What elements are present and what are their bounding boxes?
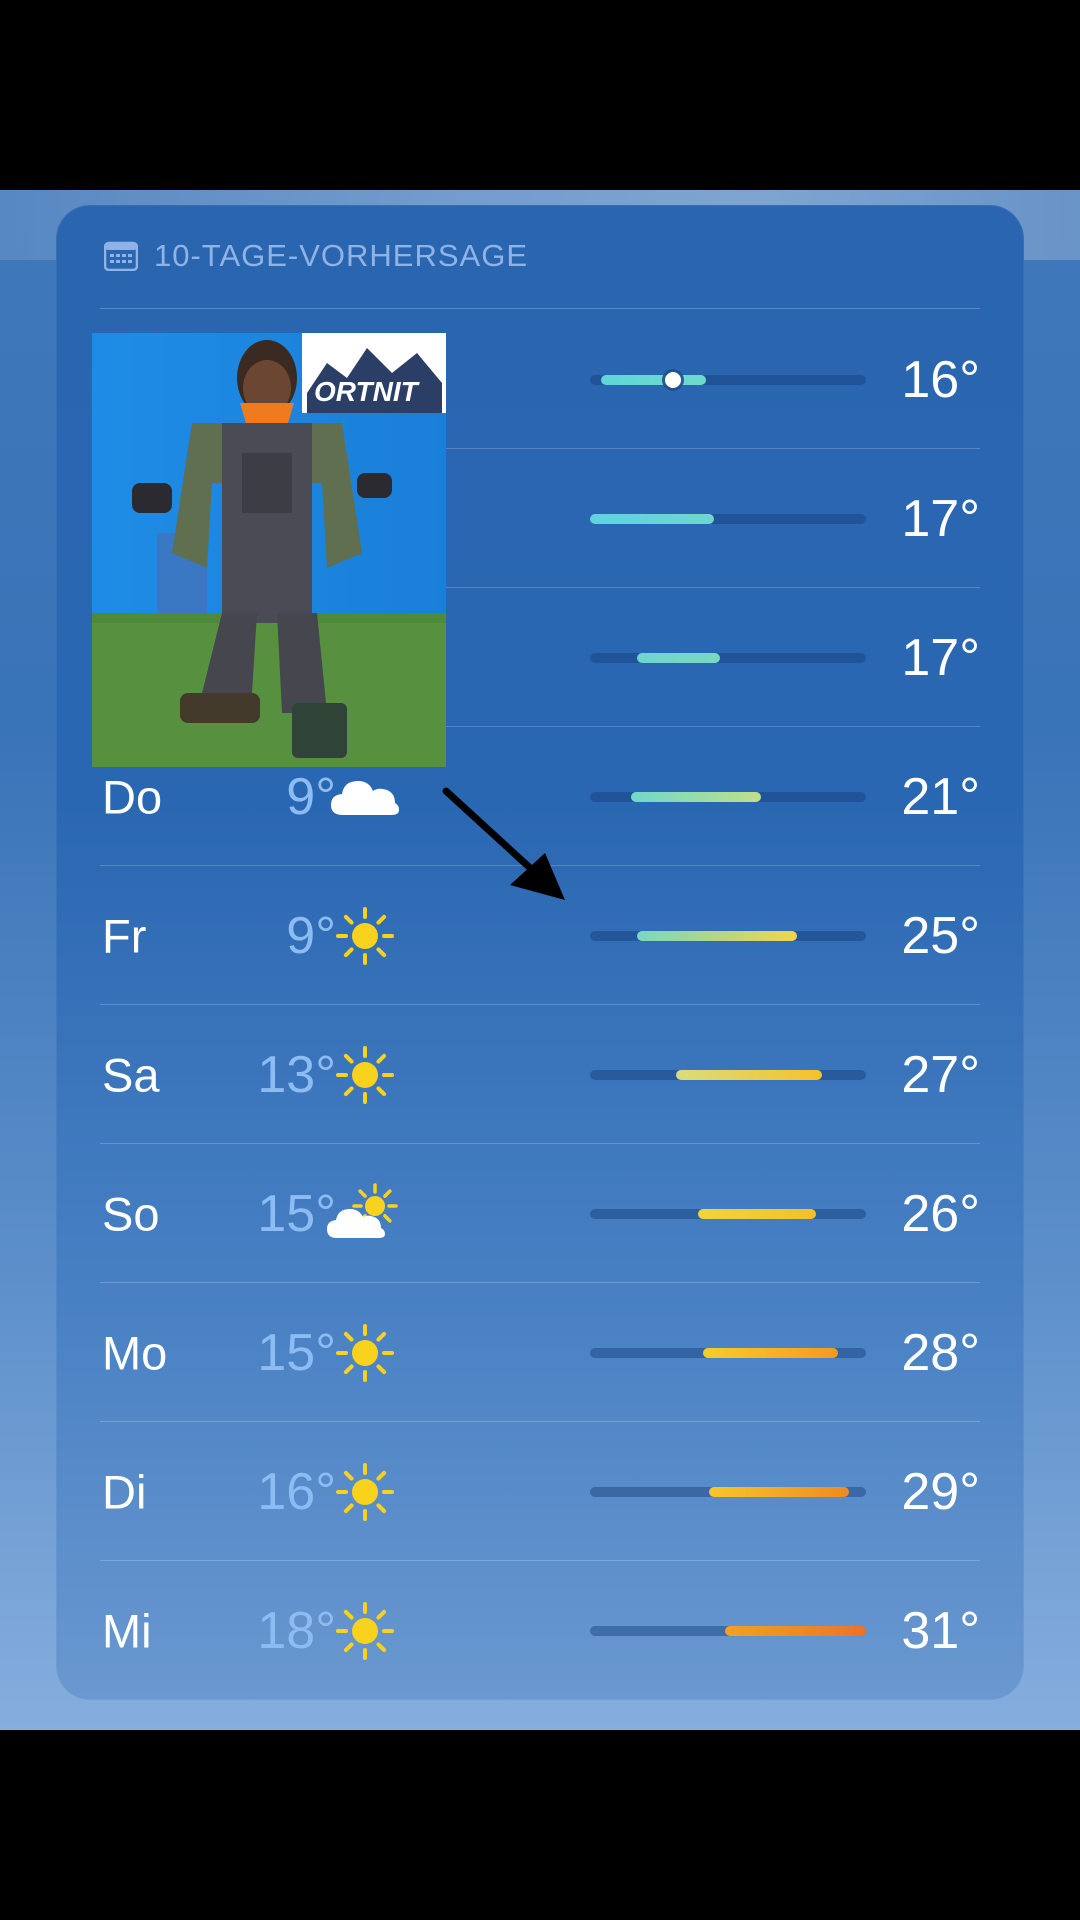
forecast-row: So 15° 26° bbox=[100, 1144, 980, 1283]
svg-text:ORTNIT: ORTNIT bbox=[314, 376, 421, 407]
temperature-range-bar bbox=[636, 930, 797, 941]
sun-icon bbox=[325, 904, 405, 968]
temperature-range-track bbox=[590, 930, 866, 941]
sun-icon bbox=[325, 1599, 405, 1663]
temperature-range-bar bbox=[590, 513, 715, 524]
forecast-title: 10-TAGE-VORHERSAGE bbox=[154, 238, 529, 273]
forecast-row: Mi 18° 31° bbox=[100, 1561, 980, 1700]
forecast-day: Mo bbox=[102, 1326, 168, 1379]
forecast-low-temp: 13° bbox=[257, 1045, 336, 1104]
forecast-low-temp: 15° bbox=[257, 1184, 336, 1243]
current-temp-dot bbox=[664, 371, 681, 388]
arrow-down-right-icon bbox=[442, 787, 565, 900]
temperature-range-bar bbox=[708, 1486, 850, 1497]
forecast-day: Mi bbox=[102, 1604, 152, 1657]
temperature-range-track bbox=[590, 652, 866, 663]
forecast-high-temp: 29° bbox=[901, 1462, 980, 1521]
forecast-high-temp: 28° bbox=[901, 1323, 980, 1382]
overlay-photo: ORTNIT bbox=[92, 333, 446, 767]
temperature-range-bar bbox=[675, 1069, 822, 1080]
forecast-low-temp: 18° bbox=[257, 1601, 336, 1660]
sun-icon bbox=[325, 1043, 405, 1107]
forecast-high-temp: 16° bbox=[901, 350, 980, 409]
temperature-range-track bbox=[590, 1069, 866, 1080]
forecast-low-temp: 9° bbox=[286, 906, 336, 965]
temperature-range-bar bbox=[601, 374, 706, 385]
temperature-range-track bbox=[590, 1347, 866, 1358]
forecast-row: Di 16° 29° bbox=[100, 1422, 980, 1561]
temperature-range-track bbox=[590, 1208, 866, 1219]
forecast-high-temp: 17° bbox=[901, 628, 980, 687]
forecast-row: Mo 15° 28° bbox=[100, 1283, 980, 1422]
header-divider bbox=[100, 308, 980, 309]
temperature-range-bar bbox=[725, 1625, 866, 1636]
forecast-card-header: 10-TAGE-VORHERSAGE bbox=[104, 236, 528, 276]
forecast-low-temp: 15° bbox=[257, 1323, 336, 1382]
forecast-high-temp: 25° bbox=[901, 906, 980, 965]
temperature-range-track bbox=[590, 791, 866, 802]
forecast-high-temp: 21° bbox=[901, 767, 980, 826]
forecast-low-temp: 9° bbox=[286, 767, 336, 826]
temperature-range-track bbox=[590, 513, 866, 524]
forecast-day: Fr bbox=[102, 909, 147, 962]
calendar-icon bbox=[104, 241, 138, 271]
temperature-range-bar bbox=[703, 1347, 839, 1358]
temperature-range-track bbox=[590, 1625, 866, 1636]
cloud-icon bbox=[325, 765, 405, 829]
forecast-low-temp: 16° bbox=[257, 1462, 336, 1521]
forecast-day: So bbox=[102, 1187, 160, 1240]
sun-icon bbox=[325, 1460, 405, 1524]
forecast-day: Do bbox=[102, 770, 163, 823]
temperature-range-bar bbox=[697, 1208, 817, 1219]
forecast-high-temp: 31° bbox=[901, 1601, 980, 1660]
forecast-high-temp: 26° bbox=[901, 1184, 980, 1243]
temperature-range-bar bbox=[636, 652, 720, 663]
sun-icon bbox=[325, 1321, 405, 1385]
forecast-day: Di bbox=[102, 1465, 147, 1518]
forecast-day: Sa bbox=[102, 1048, 160, 1101]
temperature-range-track bbox=[590, 371, 866, 388]
forecast-high-temp: 27° bbox=[901, 1045, 980, 1104]
temperature-range-bar bbox=[631, 791, 762, 802]
forecast-row: Sa 13° 27° bbox=[100, 1005, 980, 1144]
temperature-range-track bbox=[590, 1486, 866, 1497]
forecast-high-temp: 17° bbox=[901, 489, 980, 548]
partly-cloudy-icon bbox=[325, 1182, 405, 1246]
